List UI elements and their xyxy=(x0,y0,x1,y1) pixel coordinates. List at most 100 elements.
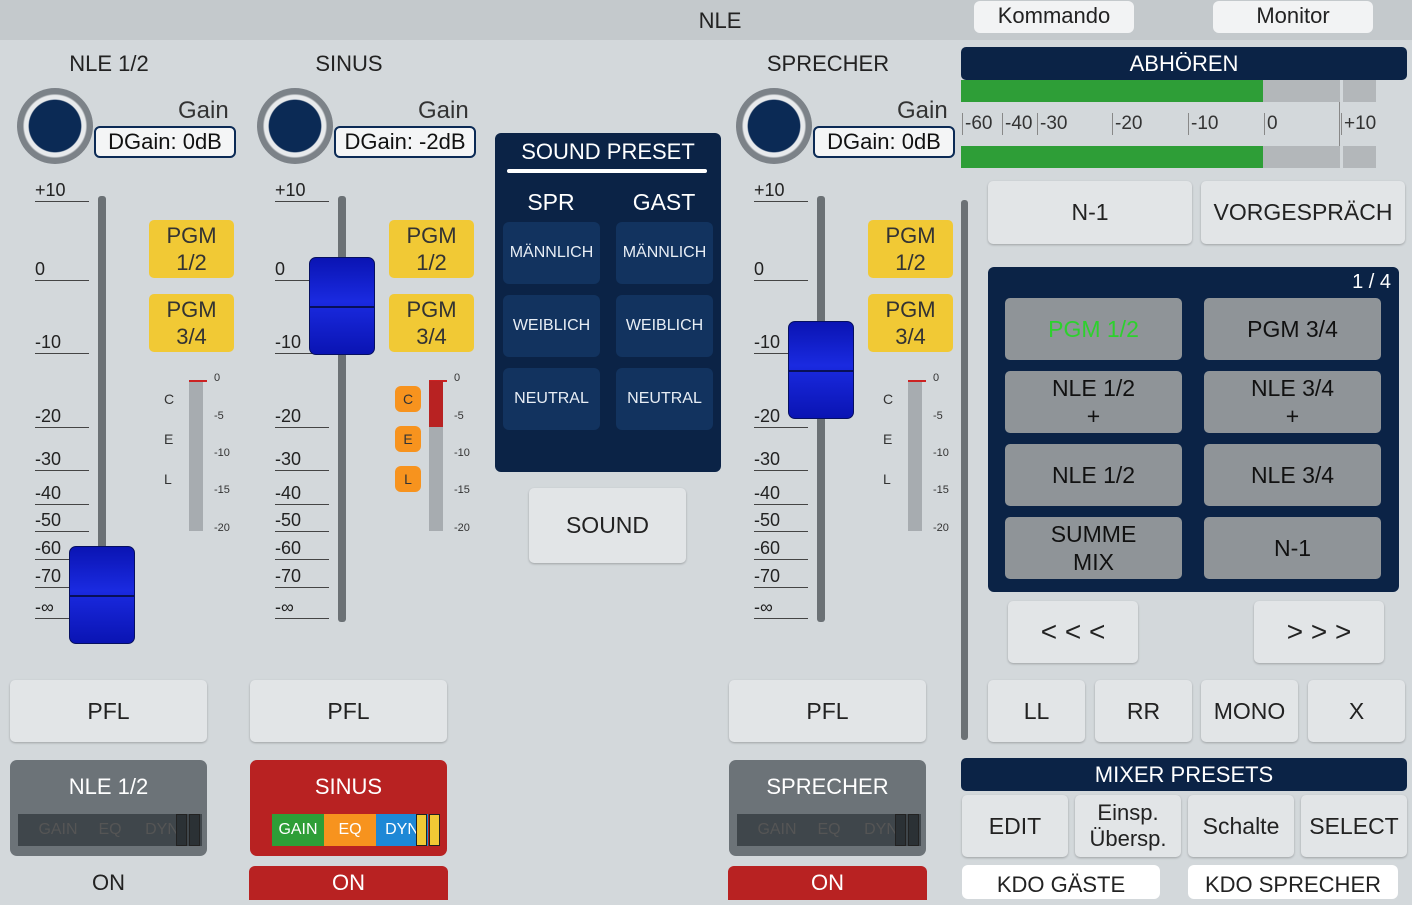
monitor-source-panel: 1 / 4 PGM 1/2 PGM 3/4 NLE 1/2 + NLE 3/4 + NL… xyxy=(988,267,1399,592)
page-indicator: 1 / 4 xyxy=(1352,271,1391,293)
eq-segment: EQ xyxy=(324,814,376,846)
channel-processing-box[interactable]: SINUS GAIN EQ DYN xyxy=(250,760,447,856)
pgm-3-4-button[interactable]: PGM 3/4 xyxy=(389,294,474,352)
fader-scale-label: -60 xyxy=(275,538,329,560)
channel-name: SINUS xyxy=(315,51,383,76)
monitor-button[interactable]: Monitor xyxy=(1213,1,1373,33)
pfl-button[interactable]: PFL xyxy=(250,680,447,742)
select-button[interactable]: SELECT xyxy=(1301,795,1407,857)
x-button[interactable]: X xyxy=(1308,680,1405,742)
fader-scale-label: -30 xyxy=(275,449,329,471)
ll-button[interactable]: LL xyxy=(988,680,1085,742)
pfl-button[interactable]: PFL xyxy=(729,680,926,742)
abhoeren-header: ABHÖREN xyxy=(961,47,1407,80)
gast-neutral-button[interactable]: NEUTRAL xyxy=(616,368,713,430)
meter-scale-label: -15 xyxy=(214,484,230,496)
fader-handle[interactable] xyxy=(69,545,135,644)
meter-tick-frame xyxy=(961,102,1340,146)
cel-indicator: C xyxy=(395,386,421,412)
gain-knob[interactable] xyxy=(17,88,93,164)
meter-scale-label: 0 xyxy=(214,372,221,384)
monitor-source-button[interactable]: N-1 xyxy=(1204,517,1381,579)
fader-scale-label: -10 xyxy=(35,332,89,354)
channel-processing-box[interactable]: NLE 1/2 GAIN EQ DYN xyxy=(10,760,207,856)
kdo-gaeste-button[interactable]: KDO GÄSTE xyxy=(962,865,1160,899)
dgain-display[interactable]: DGain: 0dB xyxy=(94,126,236,158)
monitor-source-button[interactable]: SUMME MIX xyxy=(1005,517,1182,579)
cel-label: E xyxy=(164,431,174,447)
einsp-uebersp-button[interactable]: Einsp. Übersp. xyxy=(1075,795,1181,857)
fader-scale-label: -30 xyxy=(35,449,89,471)
monitor-source-button[interactable]: PGM 1/2 xyxy=(1005,298,1182,360)
pgm-1-2-button[interactable]: PGM 1/2 xyxy=(389,220,474,278)
fader-handle[interactable] xyxy=(788,320,854,419)
eq-segment: EQ xyxy=(817,821,841,838)
cel-label: C xyxy=(164,391,175,407)
next-page-button[interactable]: > > > xyxy=(1254,601,1384,663)
meter-level-red xyxy=(429,381,443,427)
dgain-display[interactable]: DGain: -2dB xyxy=(334,126,476,158)
cel-label: L xyxy=(164,471,172,487)
fader-handle[interactable] xyxy=(309,256,375,355)
meter-bar-right xyxy=(961,146,1263,168)
monitor-source-button[interactable]: NLE 1/2 + xyxy=(1005,371,1182,433)
gast-weiblich-button[interactable]: WEIBLICH xyxy=(616,295,713,357)
spr-weiblich-button[interactable]: WEIBLICH xyxy=(503,295,600,357)
channel-name: NLE 1/2 xyxy=(69,51,149,76)
monitor-source-button[interactable]: NLE 3/4 + xyxy=(1204,371,1381,433)
mini-meter xyxy=(416,814,442,846)
mini-meter xyxy=(895,814,921,846)
channel-processing-box[interactable]: SPRECHER GAIN EQ DYN xyxy=(729,760,926,856)
prev-page-button[interactable]: < < < xyxy=(1008,601,1138,663)
sound-button[interactable]: SOUND xyxy=(529,488,686,563)
fader-scale-label: -∞ xyxy=(754,597,808,619)
meter-bar-left-peak xyxy=(1343,80,1376,102)
channel-name: SPRECHER xyxy=(766,51,890,76)
fader-scale-label: -50 xyxy=(275,510,329,532)
vorgespraech-button[interactable]: VORGESPRÄCH xyxy=(1201,181,1405,244)
monitor-source-button[interactable]: NLE 1/2 xyxy=(1005,444,1182,506)
schalte-button[interactable]: Schalte xyxy=(1188,795,1294,857)
spr-maennlich-button[interactable]: MÄNNLICH xyxy=(503,222,600,284)
fader-scale-label: -60 xyxy=(754,538,808,560)
col-spr: SPR xyxy=(527,189,575,215)
meter-scale-label: -20 xyxy=(933,522,949,534)
n-1-button[interactable]: N-1 xyxy=(988,181,1192,244)
gain-label: Gain xyxy=(897,97,948,124)
mono-button[interactable]: MONO xyxy=(1201,680,1298,742)
gain-label: Gain xyxy=(418,97,469,124)
pgm-1-2-button[interactable]: PGM 1/2 xyxy=(149,220,234,278)
pgm-1-2-button[interactable]: PGM 1/2 xyxy=(868,220,953,278)
monitor-source-button[interactable]: NLE 3/4 xyxy=(1204,444,1381,506)
pfl-button[interactable]: PFL xyxy=(10,680,207,742)
on-button[interactable]: ON xyxy=(10,866,207,900)
fader-scale-label: -40 xyxy=(35,483,89,505)
monitor-source-button[interactable]: PGM 3/4 xyxy=(1204,298,1381,360)
spr-neutral-button[interactable]: NEUTRAL xyxy=(503,368,600,430)
gain-segment: GAIN xyxy=(272,814,324,846)
sound-preset-underline xyxy=(507,169,707,173)
rr-button[interactable]: RR xyxy=(1095,680,1192,742)
scrollbar[interactable] xyxy=(961,200,968,740)
level-meter: -60 -40 -30 -20 -10 0 +10 xyxy=(961,80,1407,168)
channel-box-label: NLE 1/2 xyxy=(68,774,149,799)
on-button[interactable]: ON xyxy=(728,866,927,900)
on-button[interactable]: ON xyxy=(249,866,448,900)
kdo-sprecher-button[interactable]: KDO SPRECHER xyxy=(1188,865,1398,899)
kommando-button[interactable]: Kommando xyxy=(974,1,1134,33)
gain-knob[interactable] xyxy=(257,88,333,164)
dgain-display[interactable]: DGain: 0dB xyxy=(813,126,955,158)
gast-maennlich-button[interactable]: MÄNNLICH xyxy=(616,222,713,284)
edit-button[interactable]: EDIT xyxy=(962,795,1068,857)
fader-scale-label: -50 xyxy=(35,510,89,532)
pgm-3-4-button[interactable]: PGM 3/4 xyxy=(149,294,234,352)
gain-knob[interactable] xyxy=(736,88,812,164)
pgm-3-4-button[interactable]: PGM 3/4 xyxy=(868,294,953,352)
meter-scale-label: 0 xyxy=(454,372,461,384)
meter-bar-right-peak xyxy=(1343,146,1376,168)
cel-label: C xyxy=(883,391,894,407)
page-title: NLE xyxy=(698,8,742,33)
fader-scale-label: 0 xyxy=(35,259,89,281)
cel-indicator: E xyxy=(395,426,421,452)
cel-label: E xyxy=(883,431,893,447)
